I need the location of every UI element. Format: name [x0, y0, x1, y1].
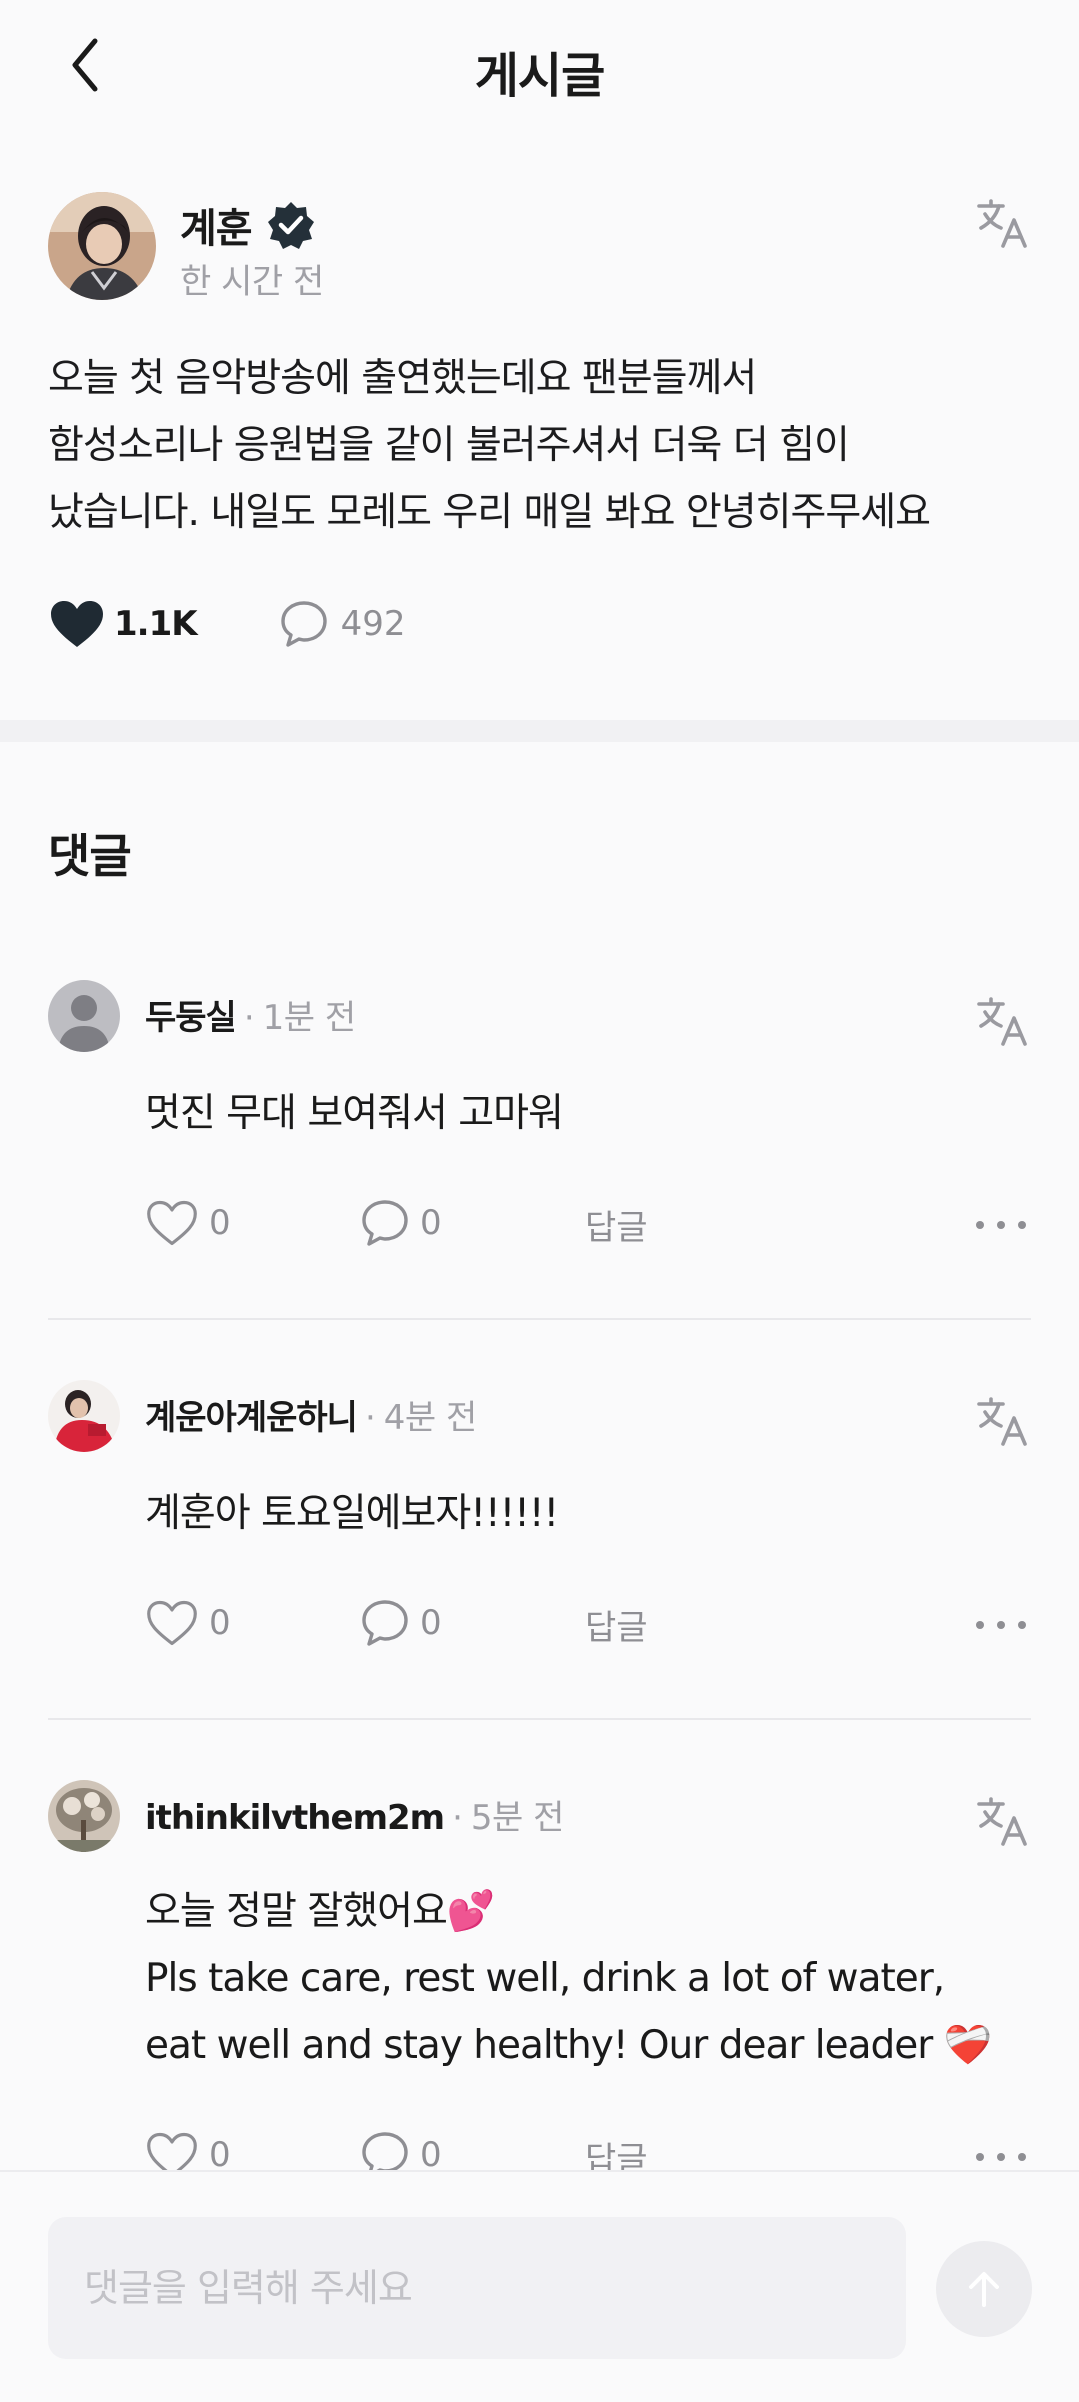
more-options-button[interactable]	[971, 2142, 1031, 2172]
comment-like-button[interactable]: 0	[145, 1598, 231, 1648]
translate-icon	[977, 997, 1027, 1046]
verified-badge-icon	[267, 202, 314, 249]
comment-timestamp: 1분 전	[262, 998, 357, 1038]
comment-reply-count: 0	[420, 1203, 442, 1243]
comment-composer	[0, 2170, 1079, 2402]
more-dots-icon	[976, 2153, 1026, 2161]
translate-button[interactable]	[975, 1394, 1029, 1448]
send-button[interactable]	[936, 2241, 1032, 2337]
comment-item: 두둥실 · 1분 전 멋진 무대 보여줘서 고마워 0 0 답글	[0, 980, 1079, 1320]
comment-reply-count: 0	[420, 1603, 442, 1643]
post-timestamp: 한 시간 전	[180, 262, 324, 302]
comment-like-count: 0	[209, 1603, 231, 1643]
comment-input[interactable]	[48, 2217, 906, 2359]
post-body: 오늘 첫 음악방송에 출연했는데요 팬분들께서 함성소리나 응원법을 같이 불러…	[48, 356, 931, 535]
translate-button[interactable]	[975, 196, 1029, 250]
reply-link[interactable]: 답글	[585, 1200, 648, 1249]
translate-icon	[977, 1797, 1027, 1846]
commenter-avatar[interactable]	[48, 980, 120, 1052]
comment-timestamp: 5분 전	[470, 1798, 565, 1838]
comments-heading: 댓글	[48, 829, 132, 883]
separator-dot: ·	[364, 1398, 376, 1438]
heart-outline-icon	[147, 1600, 197, 1646]
comment-body: 계훈아 토요일에보자!!!!!!	[145, 1491, 559, 1536]
comment-button[interactable]: 492	[279, 599, 406, 649]
section-divider	[0, 720, 1079, 742]
commenter-avatar[interactable]	[48, 1380, 120, 1452]
speech-bubble-icon	[362, 1600, 408, 1646]
comment-like-count: 0	[209, 2135, 231, 2175]
translate-icon	[977, 199, 1027, 248]
comment-body: 멋진 무대 보여줘서 고마워	[145, 1091, 564, 1136]
comment-reply-count: 0	[420, 2135, 442, 2175]
comment-count: 492	[340, 604, 406, 644]
translate-button[interactable]	[975, 994, 1029, 1048]
author-row: 계훈	[180, 196, 316, 254]
like-button[interactable]: 1.1K	[48, 598, 198, 650]
commenter-name[interactable]: 계운아계운하니	[145, 1390, 358, 1439]
comment-header: 계운아계운하니 · 4분 전	[145, 1390, 477, 1439]
comment-actions: 0 0 답글	[145, 1198, 1026, 1248]
like-count: 1.1K	[114, 604, 198, 644]
comment-actions: 0 0 답글	[145, 1598, 1026, 1648]
more-options-button[interactable]	[971, 1210, 1031, 1240]
comment-reply-button[interactable]: 0	[360, 1598, 442, 1648]
page-title: 게시글	[474, 48, 605, 104]
commenter-name[interactable]: ithinkilvthem2m	[145, 1798, 445, 1838]
more-dots-icon	[976, 1621, 1026, 1629]
separator-dot: ·	[452, 1798, 463, 1838]
speech-bubble-icon	[280, 601, 327, 647]
comment-divider	[48, 1718, 1031, 1720]
more-dots-icon	[976, 1221, 1026, 1229]
comment-header: ithinkilvthem2m · 5분 전	[145, 1790, 564, 1839]
comment-timestamp: 4분 전	[383, 1398, 478, 1438]
author-avatar[interactable]	[48, 192, 156, 300]
commenter-name[interactable]: 두둥실	[145, 990, 237, 1039]
comment-item: 계운아계운하니 · 4분 전 계훈아 토요일에보자!!!!!! 0 0 답글	[0, 1380, 1079, 1720]
heart-outline-icon	[147, 1200, 197, 1246]
post: 계훈 한 시간 전 오늘 첫 음악방송에 출연했는데요 팬분들께서 함성소리나 …	[0, 140, 1079, 720]
commenter-avatar[interactable]	[48, 1780, 120, 1852]
comment-item: ithinkilvthem2m · 5분 전 오늘 정말 잘했어요💕 Pls t…	[0, 1780, 1079, 2180]
speech-bubble-icon	[362, 1200, 408, 1246]
translate-button[interactable]	[975, 1794, 1029, 1848]
separator-dot: ·	[243, 998, 255, 1038]
comment-header: 두둥실 · 1분 전	[145, 990, 356, 1039]
comment-reply-button[interactable]: 0	[360, 1198, 442, 1248]
heart-filled-icon	[51, 601, 103, 647]
arrow-up-icon	[969, 2272, 999, 2307]
translate-icon	[977, 1397, 1027, 1446]
post-actions: 1.1K 492	[48, 598, 405, 650]
more-options-button[interactable]	[971, 1610, 1031, 1640]
comment-divider	[48, 1318, 1031, 1320]
reply-link[interactable]: 답글	[585, 1600, 648, 1649]
comment-like-count: 0	[209, 1203, 231, 1243]
comment-like-button[interactable]: 0	[145, 1198, 231, 1248]
comment-body: 오늘 정말 잘했어요💕 Pls take care, rest well, dr…	[145, 1889, 992, 2068]
author-name[interactable]: 계훈	[180, 196, 253, 254]
top-bar: 게시글	[0, 0, 1079, 140]
